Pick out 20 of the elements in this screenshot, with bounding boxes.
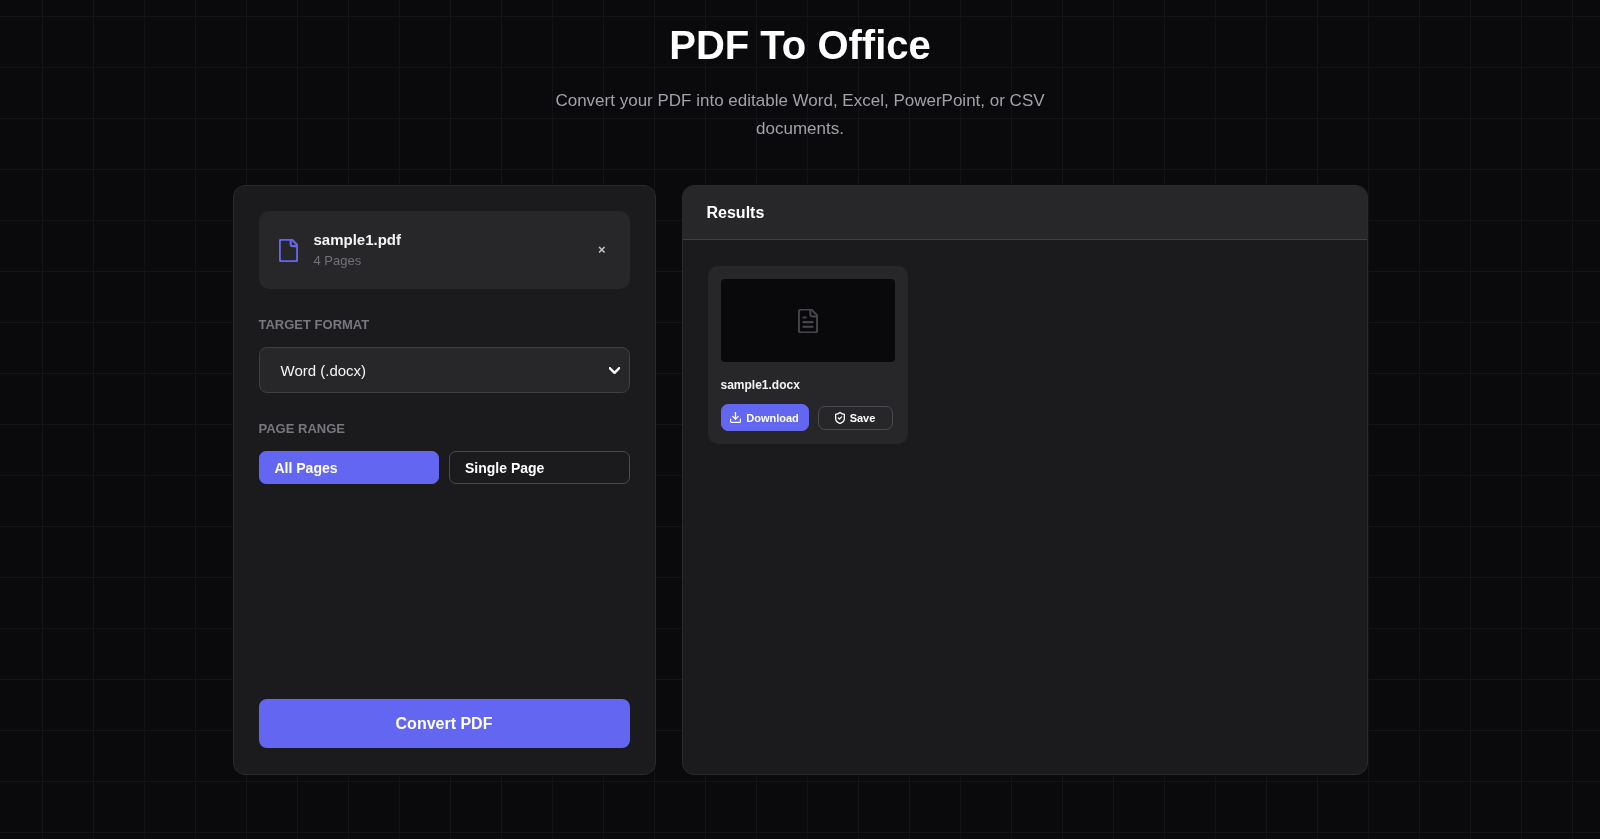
download-icon (730, 412, 742, 423)
field-label: PAGE RANGE (258, 421, 346, 437)
remove-button[interactable]: × (595, 243, 608, 257)
format-select[interactable]: Word (.docx) (258, 347, 630, 393)
file-name: sample1.pdf (313, 230, 403, 250)
page-range-option[interactable]: All Pages (258, 451, 439, 484)
document-icon (797, 308, 818, 333)
convert-button[interactable]: Convert PDF (258, 699, 630, 748)
page-subtitle: Convert your PDF into editable Word, Excel, PowerPoint, or CSV documents. (554, 90, 1046, 140)
results-title: Results (706, 203, 765, 222)
chevron-down-icon (608, 366, 620, 374)
save-button[interactable]: Save (817, 405, 893, 430)
page-range-option[interactable]: Single Page (449, 451, 630, 484)
shield-check-icon (834, 411, 845, 424)
download-button[interactable]: Download (720, 404, 809, 431)
page-count: 4 Pages (313, 252, 363, 270)
result-file-name: sample1.docx (720, 377, 801, 393)
file-icon (278, 238, 298, 262)
page-title: PDF To Office (669, 22, 931, 69)
field-label: TARGET FORMAT (258, 317, 371, 333)
